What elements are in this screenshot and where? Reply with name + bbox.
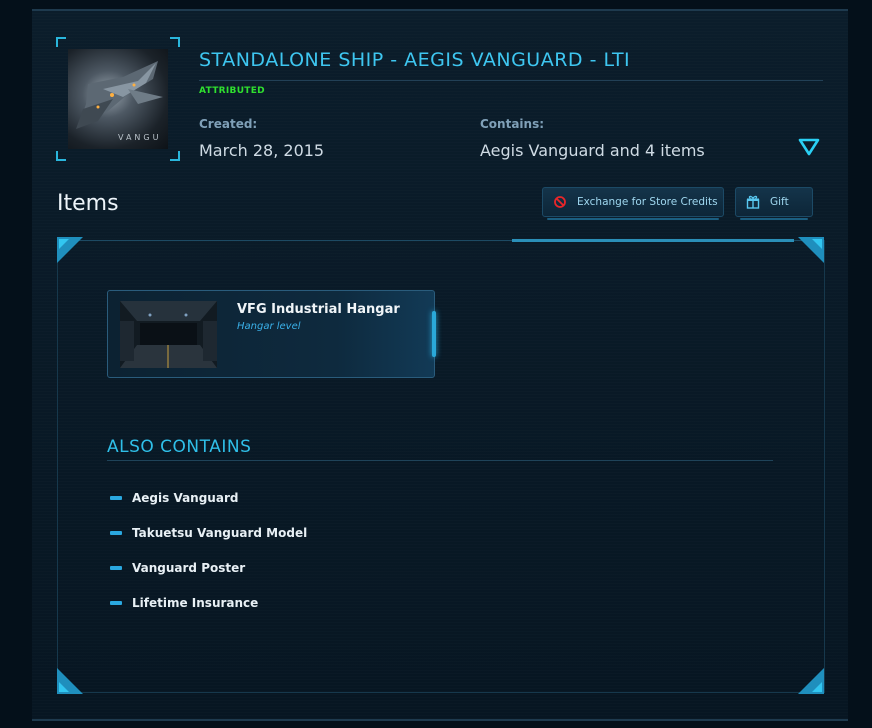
bullet-icon [110, 531, 122, 535]
corner-accent-icon [798, 237, 824, 263]
corner-accent-icon [57, 668, 83, 694]
bullet-icon [110, 496, 122, 500]
also-contains-heading: ALSO CONTAINS [107, 437, 252, 457]
list-item: Takuetsu Vanguard Model [107, 524, 307, 559]
bullet-icon [110, 601, 122, 605]
list-item: Lifetime Insurance [107, 594, 307, 629]
card-glow-accent [432, 311, 436, 357]
bullet-icon [110, 566, 122, 570]
list-item: Aegis Vanguard [107, 489, 307, 524]
item-title: VFG Industrial Hangar [237, 302, 400, 317]
corner-accent-icon [57, 237, 83, 263]
list-item: Vanguard Poster [107, 559, 307, 594]
list-item-label: Lifetime Insurance [132, 596, 259, 610]
hangar-thumbnail [120, 301, 217, 368]
list-item-label: Takuetsu Vanguard Model [132, 526, 308, 540]
list-item-label: Vanguard Poster [132, 561, 246, 575]
corner-accent-icon [798, 668, 824, 694]
also-contains-divider [107, 460, 773, 461]
panel-top-highlight [512, 239, 794, 242]
list-item-label: Aegis Vanguard [132, 491, 239, 505]
item-card[interactable]: VFG Industrial Hangar Hangar level [107, 290, 436, 378]
also-contains-list: Aegis Vanguard Takuetsu Vanguard Model V… [107, 489, 307, 629]
item-subtitle: Hangar level [237, 321, 301, 332]
items-panel-wrapper: VFG Industrial Hangar Hangar level ALSO … [32, 9, 848, 717]
hangar-image [120, 301, 217, 368]
